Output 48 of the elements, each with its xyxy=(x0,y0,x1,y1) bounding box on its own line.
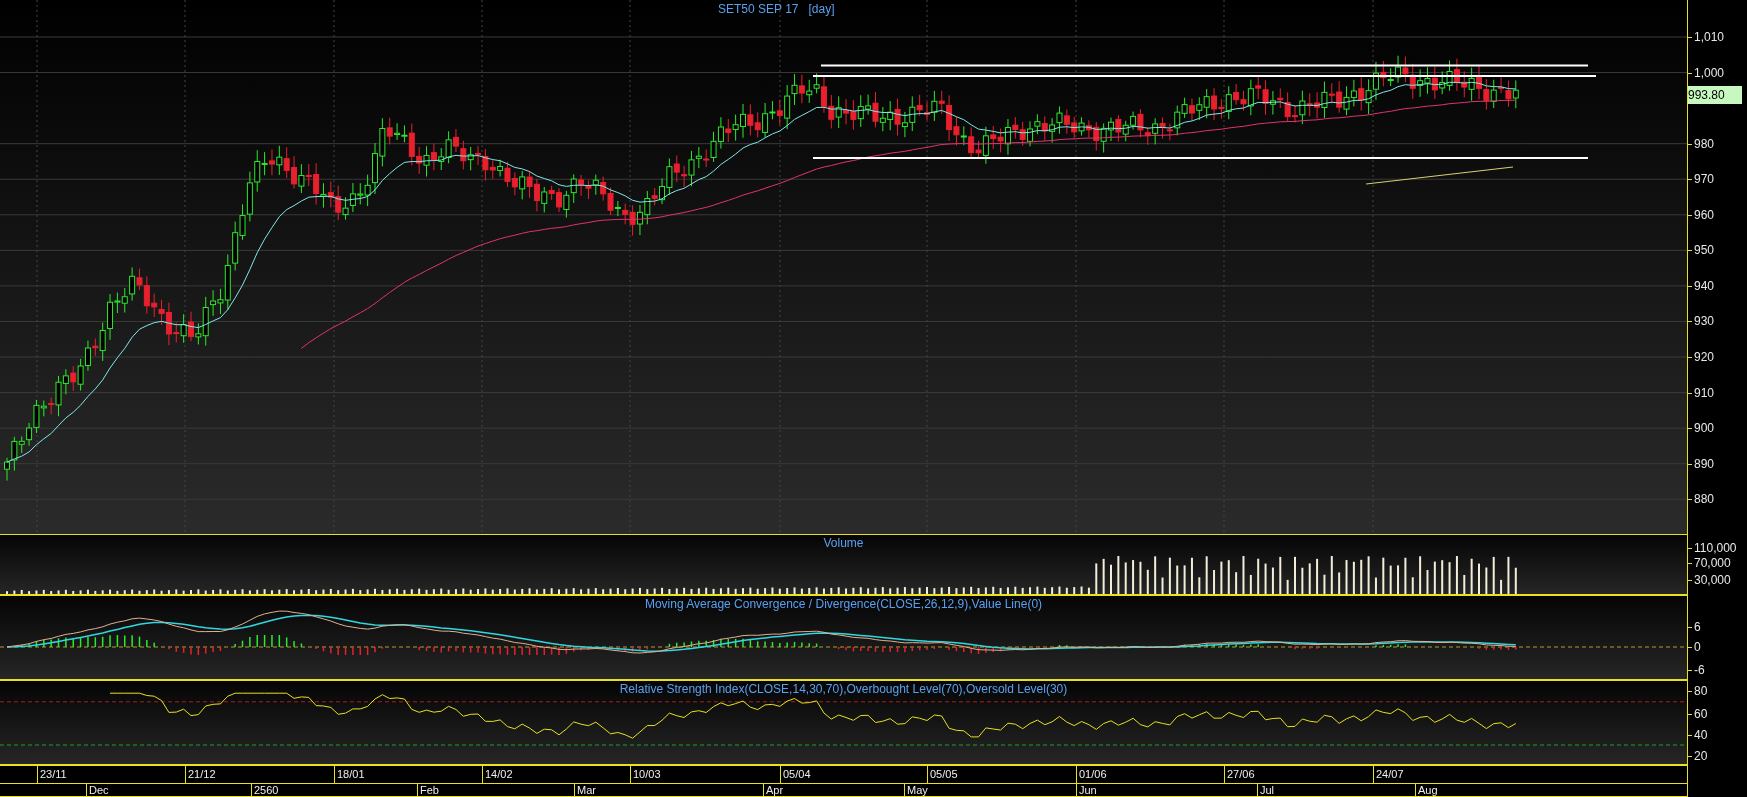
axis-tick-label: 30,000 xyxy=(1694,572,1731,588)
panel-title: Moving Average Convergence / Divergence(CLOSE,26,12,9),Value Line(0) xyxy=(644,597,1043,611)
panel-title: Volume xyxy=(823,536,864,550)
month-label: Jun xyxy=(1076,784,1097,796)
axis-tick-label: 20 xyxy=(1694,748,1708,764)
axis-tick-label: 910 xyxy=(1694,384,1715,401)
month-label: Feb xyxy=(417,784,439,796)
date-label: 23/11 xyxy=(37,766,67,783)
date-label: 05/04 xyxy=(780,766,811,783)
month-label: 2560 xyxy=(251,784,279,796)
axis-tick-label: 900 xyxy=(1694,420,1715,437)
date-label: 18/01 xyxy=(334,766,365,783)
month-label: May xyxy=(904,784,928,796)
axis-tick-label: 950 xyxy=(1694,242,1715,259)
axis-tick-label: 970 xyxy=(1694,171,1715,188)
date-label: 24/07 xyxy=(1373,766,1404,783)
month-label: Jul xyxy=(1257,784,1275,796)
month-label: Dec xyxy=(86,784,109,796)
axis-tick-label: 960 xyxy=(1694,206,1715,223)
axis-tick-label: 40 xyxy=(1694,727,1708,743)
last-price-label: 993.80 xyxy=(1688,85,1742,104)
axis-tick-label: 1,010 xyxy=(1694,29,1725,45)
axis-tick-label: 6 xyxy=(1694,619,1701,635)
date-label: 01/06 xyxy=(1076,766,1107,783)
axis-tick-label: 60 xyxy=(1694,706,1708,722)
month-label: Aug xyxy=(1415,784,1438,796)
month-label: Mar xyxy=(574,784,596,796)
axis-tick-label: -6 xyxy=(1694,662,1705,678)
date-label: 21/12 xyxy=(185,766,216,783)
date-label: 14/02 xyxy=(482,766,513,783)
axis-tick-label: 0 xyxy=(1694,639,1701,655)
axis-tick-label: 980 xyxy=(1694,135,1715,152)
chart-title: SET50 SEP 17 xyxy=(718,2,799,16)
date-label: 27/06 xyxy=(1224,766,1255,783)
axis-tick-label: 1,000 xyxy=(1694,64,1725,81)
axis-tick-label: 110,000 xyxy=(1694,540,1737,556)
month-label: Apr xyxy=(763,784,784,796)
axis-tick-label: 880 xyxy=(1694,491,1715,508)
axis-tick-label: 80 xyxy=(1694,683,1708,699)
axis-tick-label: 920 xyxy=(1694,349,1715,366)
axis-tick-label: 70,000 xyxy=(1694,555,1731,571)
axis-tick-label: 930 xyxy=(1694,313,1715,330)
date-label: 05/05 xyxy=(927,766,958,783)
axis-tick-label: 940 xyxy=(1694,277,1715,294)
date-label: 10/03 xyxy=(630,766,661,783)
period-label: [day] xyxy=(808,2,835,16)
axis-tick-label: 890 xyxy=(1694,455,1715,472)
panel-title: Relative Strength Index(CLOSE,14,30,70),Overbought Level(70),Oversold Level(30) xyxy=(619,682,1068,696)
